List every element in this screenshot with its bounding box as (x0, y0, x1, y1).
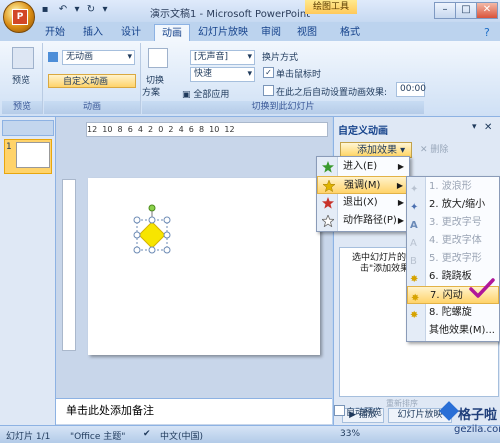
slide-number: 1 (6, 142, 12, 152)
menu-item-emphasis[interactable]: 强调(M) ▶ (317, 176, 409, 194)
transition-scheme-label-2[interactable]: 方案 (142, 85, 160, 98)
autopreview-label: 自动预览 (346, 408, 383, 418)
group-label: 预览 (2, 101, 42, 114)
tab-home[interactable]: 开始 (40, 24, 70, 42)
horizontal-ruler: 12 10 8 6 4 2 0 2 4 6 8 10 12 (86, 122, 328, 137)
slides-outline-tabs[interactable] (2, 120, 54, 136)
tab-format[interactable]: 格式 (336, 24, 364, 42)
watermark-url: gezila.com (454, 424, 500, 435)
close-button[interactable]: ✕ (476, 2, 498, 19)
auto-after-label: 在此之后自动设置动画效果: (276, 88, 388, 98)
animation-dropdown[interactable]: 无动画 ▾ (62, 50, 135, 65)
watermark-text: 格子啦 (458, 408, 498, 423)
undo-icon[interactable]: ↶ (56, 3, 70, 17)
emphasis-submenu: ✦ 1. 波浪形 ✦ 2. 放大/缩小 A 3. 更改字号 A 4. 更改字体 B 5. … (406, 176, 500, 342)
font-style-effect-icon: B (410, 256, 417, 267)
window-title: 演示文稿1 - Microsoft PowerPoint (150, 9, 311, 20)
tab-insert[interactable]: 插入 (78, 24, 108, 42)
preview-icon (12, 47, 34, 69)
emphasis-item-font-style[interactable]: B 5. 更改字形 (407, 250, 499, 268)
theme-name: "Office 主题" (70, 432, 126, 442)
watermark: 格子啦 gezila.com (439, 401, 500, 442)
ribbon: 预览 预览 无动画 ▾ 自定义动画 动画 切换 方案 [无声音] ▾ 快速 ▾ ▣ 全… (0, 41, 500, 117)
pane-options-icon[interactable]: ▾ (472, 122, 477, 132)
emphasis-star-icon (322, 179, 336, 193)
advance-slide-heading: 换片方式 (262, 53, 299, 63)
custom-animation-button[interactable]: 自定义动画 (48, 74, 136, 88)
emphasis-item-font-size[interactable]: A 3. 更改字号 (407, 214, 499, 232)
motion-path-star-icon (320, 213, 336, 228)
slide-canvas[interactable] (88, 178, 320, 355)
flicker-effect-icon: ✸ (411, 293, 420, 304)
pane-close-icon[interactable]: ✕ (484, 122, 492, 133)
language: 中文(中国) (160, 432, 204, 442)
notes-pane[interactable]: 单击此处添加备注 (56, 398, 332, 424)
help-icon[interactable]: ? (484, 26, 490, 39)
grow-shrink-effect-icon: ✦ (410, 202, 419, 213)
customize-qat-icon[interactable]: ▾ (98, 3, 112, 17)
status-bar: 幻灯片 1/1 "Office 主题" ✔ 中文(中国) 33% (0, 425, 500, 443)
slide-thumbnail-canvas (16, 142, 50, 168)
minimize-button[interactable]: – (434, 2, 456, 19)
emphasis-item-font[interactable]: A 4. 更改字体 (407, 232, 499, 250)
spin-effect-icon: ✸ (410, 310, 419, 321)
slides-pane: 1 (0, 117, 56, 425)
tab-view[interactable]: 视图 (293, 24, 321, 42)
dropdown-arrow-icon[interactable]: ▾ (70, 3, 84, 17)
window-controls: – □ ✕ (434, 2, 498, 19)
group-label: 动画 (44, 101, 140, 114)
checkmark-annotation-icon (469, 278, 495, 298)
watermark-logo-icon (439, 401, 459, 421)
spellcheck-icon[interactable]: ✔ (143, 429, 151, 439)
group-preview: 预览 预览 (2, 43, 43, 114)
apply-all-button[interactable]: ▣ 全部应用 (182, 87, 229, 100)
auto-after-checkbox[interactable] (263, 85, 274, 96)
emphasis-item-grow-shrink[interactable]: ✦ 2. 放大/缩小 (407, 196, 499, 214)
emphasis-item-spin[interactable]: ✸ 8. 陀螺旋 (407, 304, 499, 322)
on-click-checkbox[interactable]: ✓ (263, 67, 274, 78)
preview-button[interactable]: 预览 (12, 73, 30, 86)
maximize-button[interactable]: □ (455, 2, 477, 19)
slide-counter: 幻灯片 1/1 (6, 432, 51, 442)
font-effect-icon: A (410, 238, 417, 249)
tab-review[interactable]: 审阅 (257, 24, 285, 42)
selected-shape[interactable] (128, 200, 188, 270)
on-click-label: 单击鼠标时 (276, 70, 322, 80)
exit-star-icon (322, 197, 334, 209)
teeter-effect-icon: ✸ (410, 274, 419, 285)
add-effect-menu: 进入(E) ▶ 强调(M) ▶ 退出(X) ▶ 动作路径(P) ▶ (316, 156, 410, 232)
tab-slideshow[interactable]: 幻灯片放映 (195, 24, 251, 42)
save-icon[interactable]: ▪ (38, 3, 52, 17)
group-transition: 切换 方案 [无声音] ▾ 快速 ▾ ▣ 全部应用 换片方式 ✓ 单击鼠标时 在此之… (142, 43, 426, 114)
entrance-star-icon (322, 161, 334, 173)
vertical-ruler (62, 179, 76, 351)
emphasis-item-wave[interactable]: ✦ 1. 波浪形 (407, 178, 499, 196)
redo-icon[interactable]: ↻ (84, 3, 98, 17)
remove-button[interactable]: ✕ 删除 (420, 142, 460, 158)
menu-item-motion-path[interactable]: 动作路径(P) ▶ (317, 212, 409, 230)
title-bar: ▪ ↶ ▾ ↻ ▾ 演示文稿1 - Microsoft PowerPoint 绘… (0, 0, 500, 23)
transition-scheme-icon (148, 48, 168, 68)
drawing-tools-context-label: 绘图工具 (305, 0, 357, 14)
auto-after-time-input[interactable]: 00:00 (396, 82, 426, 97)
tab-design[interactable]: 设计 (116, 24, 146, 42)
wave-effect-icon: ✦ (410, 184, 419, 195)
office-button[interactable]: P (3, 1, 35, 33)
animation-icon (48, 52, 58, 62)
autopreview-checkbox[interactable] (334, 405, 345, 416)
emphasis-item-more[interactable]: 其他效果(M)... (407, 322, 499, 340)
font-size-effect-icon: A (410, 220, 418, 231)
zoom-level[interactable]: 33% (340, 429, 360, 439)
transition-sound-dropdown[interactable]: [无声音] ▾ (190, 50, 255, 65)
powerpoint-logo-icon: P (12, 9, 28, 25)
transition-speed-dropdown[interactable]: 快速 ▾ (190, 67, 255, 82)
menu-item-entrance[interactable]: 进入(E) ▶ (317, 158, 409, 176)
menu-item-exit[interactable]: 退出(X) ▶ (317, 194, 409, 212)
group-animation: 无动画 ▾ 自定义动画 动画 (44, 43, 141, 114)
group-label: 切换到此幻灯片 (142, 101, 424, 114)
ribbon-tabs: 开始 插入 设计 动画 幻灯片放映 审阅 视图 格式 ? (0, 22, 500, 43)
